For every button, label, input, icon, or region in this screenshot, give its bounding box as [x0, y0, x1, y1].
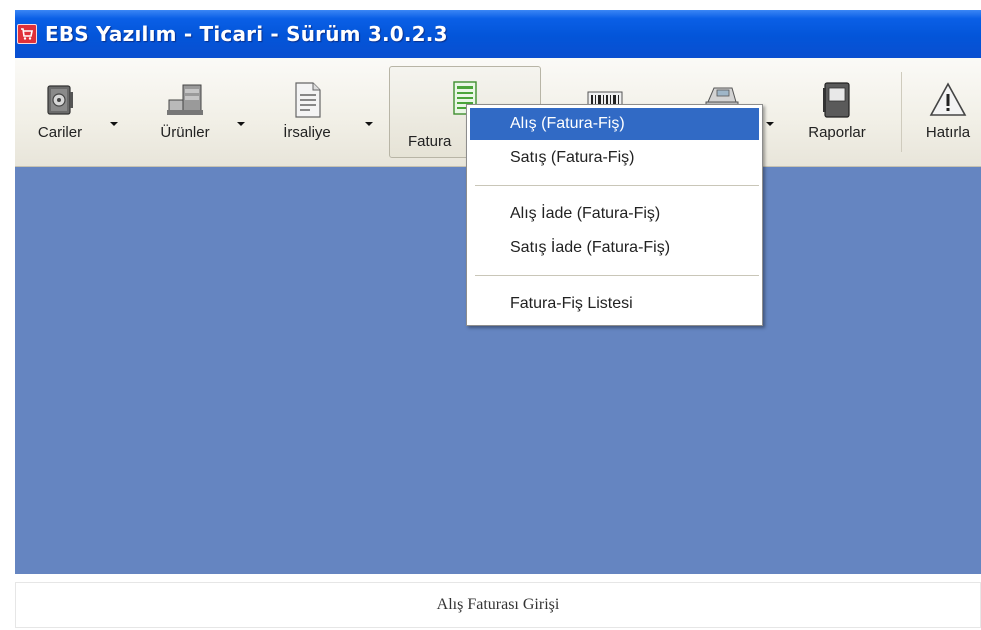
cart-app-icon: [17, 24, 37, 44]
boxes-icon: [167, 84, 203, 115]
document-icon: [295, 82, 321, 118]
dropdown-arrow-icon[interactable]: [364, 120, 374, 128]
toolbar-label: Cariler: [37, 124, 83, 141]
menu-item-alis-iade[interactable]: Alış İade (Fatura-Fiş): [470, 198, 759, 230]
figure-caption: Alış Faturası Girişi: [15, 582, 981, 628]
toolbar-label: Ürünler: [160, 124, 210, 141]
report-book-icon: [823, 82, 850, 118]
menu-item-satis[interactable]: Satış (Fatura-Fiş): [470, 142, 759, 174]
menu-item-fatura-fis-listesi[interactable]: Fatura-Fiş Listesi: [470, 288, 759, 320]
toolbar-separator: [901, 72, 902, 152]
dropdown-arrow-icon[interactable]: [109, 120, 119, 128]
toolbar-label: Fatura: [408, 133, 452, 150]
menu-separator: [475, 275, 759, 277]
irsaliye-button[interactable]: İrsaliye: [267, 64, 347, 158]
window-title: EBS Yazılım - Ticari - Sürüm 3.0.2.3: [45, 22, 448, 46]
warning-icon: [929, 82, 967, 116]
menu-item-alis[interactable]: Alış (Fatura-Fiş): [470, 108, 759, 140]
title-bar[interactable]: EBS Yazılım - Ticari - Sürüm 3.0.2.3: [15, 10, 981, 58]
fatura-dropdown-menu: Alış (Fatura-Fiş) Satış (Fatura-Fiş) Alı…: [466, 104, 763, 326]
toolbar-label: İrsaliye: [283, 124, 331, 141]
toolbar-label: Raporlar: [808, 124, 866, 141]
menu-item-label: Fatura-Fiş Listesi: [510, 295, 633, 312]
dropdown-arrow-icon[interactable]: [236, 120, 246, 128]
toolbar-label: Hatırla: [925, 124, 971, 141]
hatirla-button[interactable]: Hatırla: [913, 64, 981, 158]
raporlar-button[interactable]: Raporlar: [797, 64, 877, 158]
caption-text: Alış Faturası Girişi: [436, 596, 560, 613]
menu-item-label: Alış (Fatura-Fiş): [510, 115, 625, 132]
menu-separator: [475, 185, 759, 187]
urunler-button[interactable]: Ürünler: [145, 64, 225, 158]
menu-item-label: Alış İade (Fatura-Fiş): [510, 205, 661, 222]
safe-gear-icon: [47, 85, 73, 115]
menu-item-label: Satış (Fatura-Fiş): [510, 149, 635, 166]
menu-item-label: Satış İade (Fatura-Fiş): [510, 239, 671, 256]
cariler-button[interactable]: Cariler: [25, 64, 95, 158]
dropdown-arrow-icon[interactable]: [765, 120, 775, 128]
menu-item-satis-iade[interactable]: Satış İade (Fatura-Fiş): [470, 232, 759, 264]
